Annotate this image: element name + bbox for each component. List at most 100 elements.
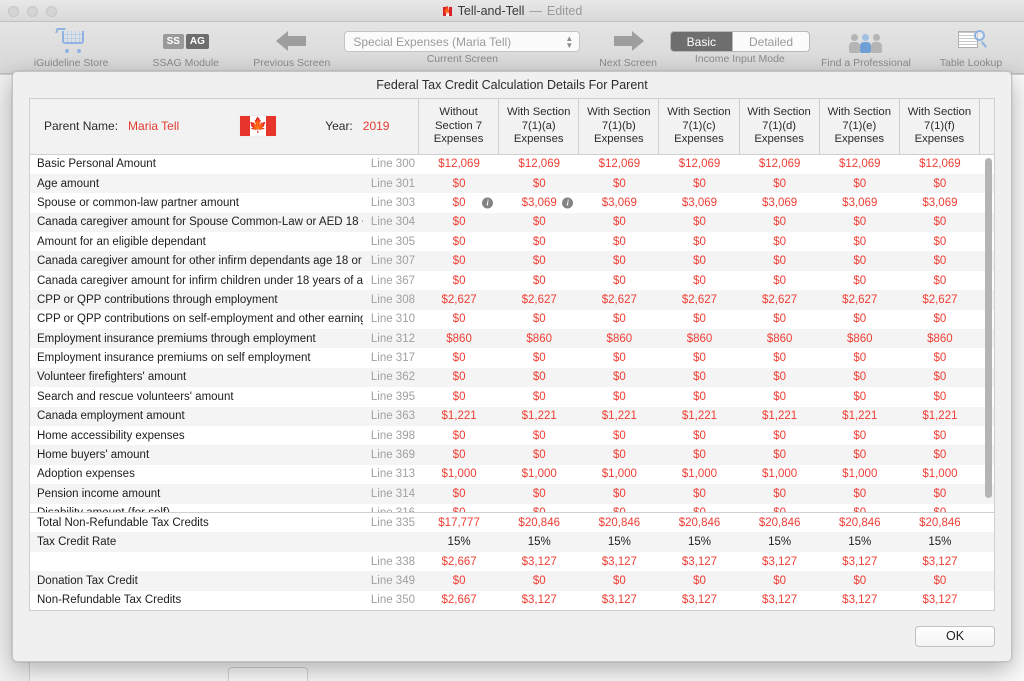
info-circle-icon[interactable]: i xyxy=(482,197,494,209)
row-value-col-5: $0 xyxy=(853,313,867,326)
row-value-col-3: $2,627 xyxy=(681,293,718,306)
row-value-col-1: $12,069 xyxy=(518,158,560,171)
row-value-col-1: $0 xyxy=(532,177,546,190)
toolbar-item-ssag-module[interactable]: SS AG SSAG Module xyxy=(132,24,239,69)
row-line-number: Line 314 xyxy=(370,487,415,500)
toolbar-item-next-screen[interactable]: Next Screen xyxy=(580,24,676,69)
ssag-badge-left: SS xyxy=(162,33,184,49)
toolbar-item-iguideline-store[interactable]: iGuideline Store xyxy=(10,24,132,69)
row-label: Canada employment amount xyxy=(37,410,185,423)
row-value-col-0: 15% xyxy=(447,536,471,549)
toolbar-item-previous-screen[interactable]: Previous Screen xyxy=(239,24,344,69)
row-value-col-0: $0 xyxy=(452,352,466,365)
row-value-col-2: $0 xyxy=(612,216,626,229)
row-value-col-4: $20,846 xyxy=(758,516,801,529)
row-value-col-4: $0 xyxy=(773,371,787,384)
row-value-col-5: $0 xyxy=(853,390,867,403)
segment-detailed[interactable]: Detailed xyxy=(732,32,810,51)
info-circle-icon[interactable]: i xyxy=(562,197,574,209)
table-row: Total Non-Refundable Tax Credits Line 335… xyxy=(30,513,994,533)
row-label: Spouse or common-law partner amount xyxy=(37,196,239,209)
row-value-col-4: $0 xyxy=(740,507,820,512)
row-value-col-0: $1,000 xyxy=(441,468,477,481)
table-row: Tax Credit Rate 15% 15% 15% 15% 15% 15% 15% xyxy=(30,532,994,552)
row-line-number: Line 312 xyxy=(370,332,415,345)
row-label: Canada caregiver amount for Spouse Commo… xyxy=(37,216,363,229)
row-value-col-3: $0 xyxy=(693,352,706,365)
people-group-icon xyxy=(848,26,883,56)
row-label: Donation Tax Credit xyxy=(37,574,138,587)
row-value-col-1: $860 xyxy=(526,332,552,345)
row-value-col-5: $20,846 xyxy=(838,516,881,529)
row-value-col-4: $1,221 xyxy=(762,410,798,423)
row-value-col-3: $0 xyxy=(693,390,706,403)
row-line-number: Line 369 xyxy=(370,449,415,462)
row-value-col-3: 15% xyxy=(687,536,711,549)
row-value-col-1: $0 xyxy=(532,429,546,442)
row-value-col-1: $0 xyxy=(532,449,546,462)
row-label: CPP or QPP contributions on self-employm… xyxy=(37,313,363,326)
application-window: 🍁 Tell-and-Tell — Edited iGuideline Stor… xyxy=(0,0,1024,681)
toolbar: iGuideline Store SS AG SSAG Module Previ… xyxy=(0,22,1024,74)
row-value-col-0: $0 xyxy=(452,371,466,384)
row-value-col-5: $0 xyxy=(853,255,867,268)
current-screen-select[interactable]: Special Expenses (Maria Tell) ▲ ▼ xyxy=(344,31,581,52)
row-value-col-4: $0 xyxy=(773,177,787,190)
row-label: Employment insurance premiums through em… xyxy=(37,332,316,345)
row-label: Disability amount (for self) xyxy=(30,507,363,512)
row-value-col-0: $0 xyxy=(452,429,466,442)
row-value-col-2: $3,069 xyxy=(601,196,637,209)
row-value-col-3: $0 xyxy=(693,574,706,587)
row-value-col-3: $0 xyxy=(693,235,706,248)
row-value-col-2: $0 xyxy=(612,177,626,190)
row-value-col-6: $0 xyxy=(933,371,947,384)
row-value-col-3: $0 xyxy=(693,255,706,268)
row-value-col-3: $3,127 xyxy=(681,594,718,607)
row-value-col-2: $0 xyxy=(612,449,626,462)
row-label: Basic Personal Amount xyxy=(37,158,156,171)
toolbar-item-table-lookup[interactable]: Table Lookup xyxy=(928,24,1014,69)
row-value-col-2: $0 xyxy=(612,274,626,287)
window-title-text: Tell-and-Tell xyxy=(457,4,525,18)
vertical-scrollbar[interactable] xyxy=(985,157,992,498)
table-row: Employment insurance premiums through em… xyxy=(30,329,994,349)
ssag-badge-icon: SS AG xyxy=(162,26,209,56)
row-line-number: Line 301 xyxy=(370,177,415,190)
table-scroll-area[interactable]: Basic Personal Amount Line 300 $12,069 $12,… xyxy=(29,153,995,514)
toolbar-item-income-input-mode[interactable]: Basic Detailed Income Input Mode xyxy=(669,24,811,65)
row-value-col-5: $1,221 xyxy=(842,410,878,423)
row-value-col-6: $0 xyxy=(933,390,947,403)
segment-basic[interactable]: Basic xyxy=(670,32,732,51)
row-value-col-5: $0 xyxy=(853,352,867,365)
row-value-col-0: $860 xyxy=(446,332,472,345)
row-value-col-2: 15% xyxy=(607,536,631,549)
row-value-col-1: $0 xyxy=(532,574,546,587)
row-value-col-0: $17,777 xyxy=(438,516,480,529)
canada-flag-icon: 🍁 xyxy=(239,115,278,138)
row-value-col-1: $0 xyxy=(532,487,546,500)
row-value-col-6: $860 xyxy=(927,332,953,345)
row-value-col-2: $0 xyxy=(612,313,626,326)
toolbar-item-find-a-professional[interactable]: Find a Professional xyxy=(804,24,928,69)
row-value-col-3: $0 xyxy=(693,429,706,442)
toolbar-item-current-screen[interactable]: Special Expenses (Maria Tell) ▲ ▼ Current… xyxy=(344,24,581,65)
column-header-4: With Section 7(1)(d) Expenses xyxy=(740,99,820,154)
row-value-col-2: $1,000 xyxy=(601,468,637,481)
row-value-col-6: $12,069 xyxy=(919,158,961,171)
title-separator: — xyxy=(529,4,542,18)
row-line-number: Line 395 xyxy=(370,390,415,403)
row-line-number: Line 349 xyxy=(370,574,415,587)
tax-credit-details-dialog: Federal Tax Credit Calculation Details F… xyxy=(12,71,1012,662)
table-row: Home buyers' amount Line 369 $0 $0 $0 $0 $0 $0 $… xyxy=(30,445,994,465)
row-value-col-5: $3,069 xyxy=(842,196,878,209)
table-rows: Basic Personal Amount Line 300 $12,069 $12,… xyxy=(30,154,994,513)
income-input-mode-segmented[interactable]: Basic Detailed xyxy=(669,31,811,52)
arrow-right-icon xyxy=(612,26,645,56)
row-value-col-2: $1,221 xyxy=(601,410,637,423)
row-value-col-1: $0 xyxy=(532,274,546,287)
ok-button[interactable]: OK xyxy=(915,625,995,647)
row-value-col-0: $2,667 xyxy=(441,555,477,568)
row-value-col-0: $1,221 xyxy=(441,410,477,423)
row-label: Total Non-Refundable Tax Credits xyxy=(37,516,209,529)
table-row: Home accessibility expenses Line 398 $0 $0 $… xyxy=(30,425,994,446)
